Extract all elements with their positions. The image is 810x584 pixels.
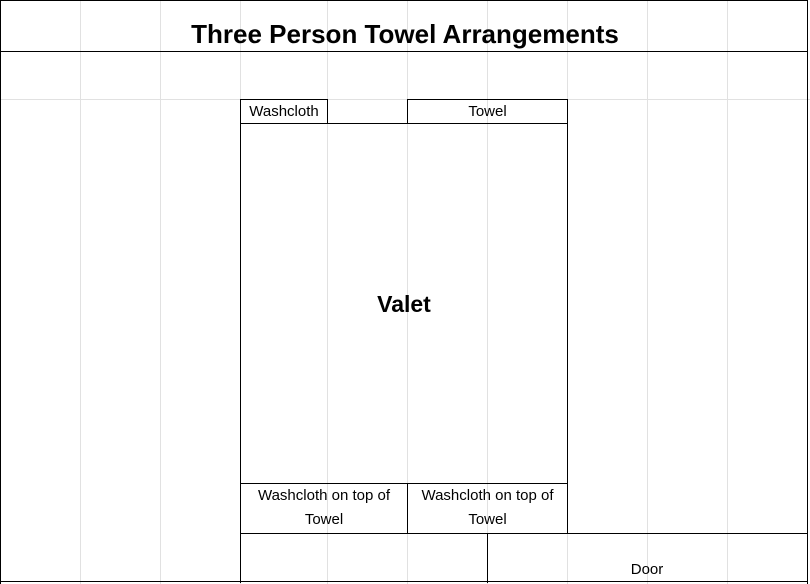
washcloth-label: Washcloth <box>249 103 319 120</box>
door-label: Door <box>630 561 664 578</box>
towel-label: Towel <box>468 103 507 120</box>
floor-line <box>240 533 808 534</box>
valet-label: Valet <box>377 291 431 317</box>
bottom-right-label-line1: Washcloth on top of <box>421 487 554 504</box>
frame-left-border <box>0 0 1 584</box>
frame-top-border <box>0 0 808 1</box>
gridline <box>0 99 810 100</box>
gridline <box>727 0 728 584</box>
frame-right-border <box>807 0 808 584</box>
bottom-left-label-line2: Towel <box>304 511 344 528</box>
door-left-border <box>487 533 488 583</box>
bottom-right-label-line2: Towel <box>468 511 507 528</box>
gridline <box>80 0 81 584</box>
gridline <box>647 0 648 584</box>
spreadsheet-canvas: Three Person Towel Arrangements Washclot… <box>0 0 810 584</box>
floor-left-border <box>240 533 241 583</box>
gridline <box>160 0 161 584</box>
washcloth-cell-right <box>327 99 328 123</box>
diagram-title: Three Person Towel Arrangements <box>191 19 619 49</box>
bottom-left-label-line1: Washcloth on top of <box>257 487 391 504</box>
